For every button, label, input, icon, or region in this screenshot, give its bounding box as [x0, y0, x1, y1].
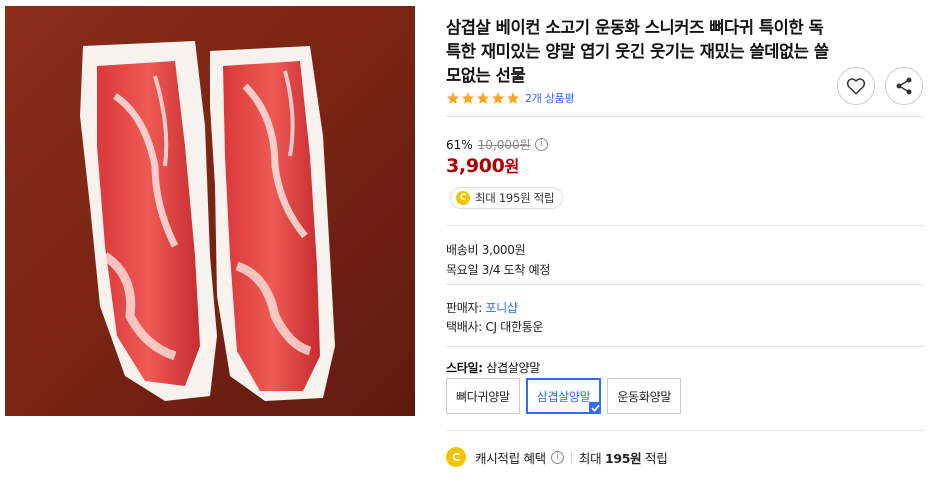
- style-options: 뼈다귀양말 삼겹살양말 운동화양말: [446, 378, 682, 414]
- discount-row: 61% 10,000원 i: [446, 136, 548, 153]
- divider: [446, 225, 924, 226]
- check-icon: [589, 402, 602, 414]
- heart-icon: [846, 78, 866, 95]
- star-icon: [461, 92, 475, 104]
- style-label: 스타일: 삼겹살양말: [446, 361, 540, 375]
- style-option-sneaker[interactable]: 운동화양말: [607, 378, 682, 414]
- rating-row: 2개 상품평: [446, 89, 574, 107]
- coin-icon: C: [446, 447, 466, 467]
- star-icon: [476, 92, 490, 104]
- divider: [446, 346, 924, 347]
- coin-icon: C: [456, 191, 470, 205]
- share-button[interactable]: [885, 67, 923, 105]
- wishlist-button[interactable]: [837, 67, 875, 105]
- socks-photo: [5, 6, 415, 416]
- style-option-label: 삼겹살양말: [536, 389, 591, 404]
- info-icon[interactable]: i: [550, 450, 564, 464]
- divider: [446, 430, 924, 431]
- product-title: 삼겹살 베이컨 소고기 운동화 스니커즈 뼈다귀 특이한 독특한 재미있는 양말…: [446, 18, 829, 85]
- cash-reward-detail: 최대 195원 적립: [578, 450, 668, 466]
- cash-reward-row: C 캐시적립 혜택 i 최대 195원 적립: [446, 447, 668, 467]
- seller-label: 판매자:: [446, 301, 486, 315]
- sale-price-value: 3,900: [446, 155, 505, 177]
- info-icon[interactable]: i: [534, 138, 548, 151]
- star-rating: [446, 91, 520, 105]
- share-icon: [896, 77, 912, 95]
- reward-text: 최대 195원 적립: [475, 191, 555, 205]
- sale-price: 3,900원: [446, 153, 519, 177]
- discount-rate: 61%: [446, 137, 473, 152]
- sale-price-unit: 원: [504, 157, 520, 176]
- star-icon: [506, 92, 520, 104]
- style-selected-value: 삼겹살양말: [486, 361, 540, 375]
- star-icon: [446, 92, 460, 104]
- divider: [446, 284, 924, 285]
- review-count-link[interactable]: 2개 상품평: [525, 90, 574, 106]
- star-icon: [491, 92, 505, 104]
- reward-badge: C 최대 195원 적립: [450, 187, 564, 209]
- style-label-title: 스타일: [446, 361, 479, 375]
- arrival-date: 목요일 3/4 도착 예정: [446, 263, 551, 277]
- shipping-fee: 배송비 3,000원: [446, 243, 526, 257]
- cash-reward-label: 캐시적립 혜택: [475, 450, 546, 466]
- seller-name-link[interactable]: 포니샵: [485, 301, 518, 315]
- style-option-bone[interactable]: 뼈다귀양말: [446, 378, 520, 414]
- divider: [446, 116, 924, 117]
- courier-info: 택배사: CJ 대한통운: [446, 320, 544, 334]
- product-info-panel: 삼겹살 베이컨 소고기 운동화 스니커즈 뼈다귀 특이한 독특한 재미있는 양말…: [446, 0, 926, 480]
- separator: [570, 451, 572, 463]
- style-option-bacon[interactable]: 삼겹살양말: [525, 378, 602, 414]
- seller-info: 판매자: 포니샵: [446, 299, 518, 316]
- product-image[interactable]: [5, 6, 415, 416]
- original-price: 10,000원: [477, 138, 531, 152]
